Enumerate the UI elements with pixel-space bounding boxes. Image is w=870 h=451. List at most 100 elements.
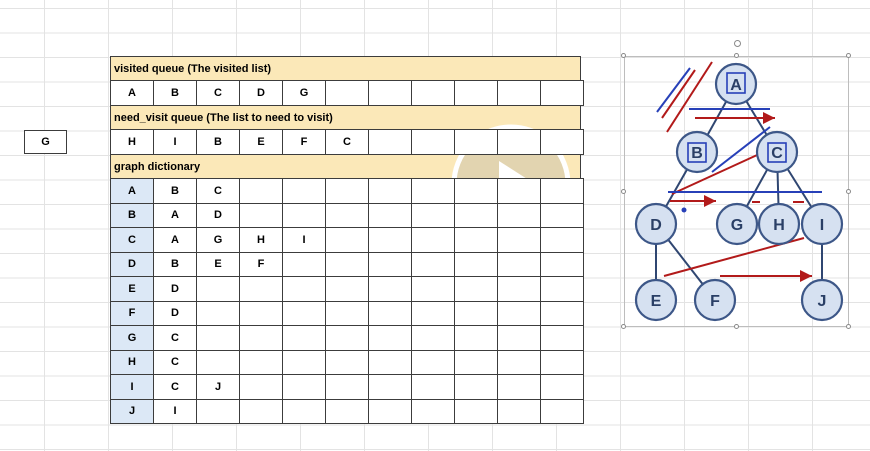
- graph-dictionary-key-cell[interactable]: H: [110, 349, 154, 375]
- resize-handle-r[interactable]: [846, 189, 851, 194]
- graph-dictionary-value-cell[interactable]: I: [153, 398, 197, 424]
- graph-dictionary-value-cell[interactable]: [368, 178, 412, 204]
- visited-queue-cell[interactable]: [368, 80, 412, 106]
- need-visit-queue-cell[interactable]: C: [325, 129, 369, 155]
- graph-dictionary-value-cell[interactable]: [497, 178, 541, 204]
- resize-handle-bl[interactable]: [621, 324, 626, 329]
- graph-dictionary-key-cell[interactable]: J: [110, 398, 154, 424]
- graph-dictionary-key-cell[interactable]: C: [110, 227, 154, 253]
- graph-dictionary-value-cell[interactable]: [239, 398, 283, 424]
- need-visit-queue-cell[interactable]: [368, 129, 412, 155]
- graph-dictionary-value-cell[interactable]: H: [239, 227, 283, 253]
- graph-dictionary-value-cell[interactable]: [497, 202, 541, 228]
- side-cell[interactable]: G: [24, 130, 67, 154]
- visited-queue-cell[interactable]: C: [196, 80, 240, 106]
- graph-dictionary-value-cell[interactable]: [497, 325, 541, 351]
- graph-dictionary-value-cell[interactable]: [239, 325, 283, 351]
- need-visit-queue-cell[interactable]: I: [153, 129, 197, 155]
- graph-dictionary-value-cell[interactable]: [325, 276, 369, 302]
- graph-dictionary-value-cell[interactable]: [368, 325, 412, 351]
- graph-dictionary-value-cell[interactable]: [454, 276, 498, 302]
- graph-dictionary-value-cell[interactable]: [325, 227, 369, 253]
- visited-queue-cell[interactable]: [497, 80, 541, 106]
- graph-dictionary-key-cell[interactable]: G: [110, 325, 154, 351]
- graph-dictionary-value-cell[interactable]: B: [153, 251, 197, 277]
- graph-dictionary-value-cell[interactable]: [282, 300, 326, 326]
- graph-dictionary-value-cell[interactable]: [282, 178, 326, 204]
- graph-dictionary-value-cell[interactable]: [196, 276, 240, 302]
- need-visit-queue-cell[interactable]: F: [282, 129, 326, 155]
- resize-handle-b[interactable]: [734, 324, 739, 329]
- visited-queue-cell[interactable]: A: [110, 80, 154, 106]
- graph-dictionary-value-cell[interactable]: [540, 202, 584, 228]
- graph-dictionary-value-cell[interactable]: J: [196, 374, 240, 400]
- graph-dictionary-value-cell[interactable]: [540, 398, 584, 424]
- graph-dictionary-value-cell[interactable]: [540, 227, 584, 253]
- graph-dictionary-key-cell[interactable]: I: [110, 374, 154, 400]
- graph-dictionary-value-cell[interactable]: G: [196, 227, 240, 253]
- graph-dictionary-value-cell[interactable]: [282, 374, 326, 400]
- graph-dictionary-key-cell[interactable]: B: [110, 202, 154, 228]
- graph-dictionary-key-cell[interactable]: E: [110, 276, 154, 302]
- graph-dictionary-value-cell[interactable]: [325, 374, 369, 400]
- graph-dictionary-value-cell[interactable]: [540, 276, 584, 302]
- graph-dictionary-value-cell[interactable]: [411, 276, 455, 302]
- need-visit-queue-cell[interactable]: [454, 129, 498, 155]
- need-visit-queue-cell[interactable]: E: [239, 129, 283, 155]
- graph-dictionary-value-cell[interactable]: [239, 349, 283, 375]
- graph-image-frame[interactable]: [624, 56, 849, 327]
- graph-dictionary-value-cell[interactable]: [411, 227, 455, 253]
- graph-dictionary-value-cell[interactable]: [325, 398, 369, 424]
- resize-handle-t[interactable]: [734, 53, 739, 58]
- graph-dictionary-value-cell[interactable]: C: [153, 325, 197, 351]
- graph-dictionary-value-cell[interactable]: [454, 374, 498, 400]
- graph-dictionary-value-cell[interactable]: [325, 251, 369, 277]
- graph-dictionary-value-cell[interactable]: B: [153, 178, 197, 204]
- graph-dictionary-value-cell[interactable]: [411, 325, 455, 351]
- resize-handle-tr[interactable]: [846, 53, 851, 58]
- graph-dictionary-value-cell[interactable]: F: [239, 251, 283, 277]
- graph-dictionary-value-cell[interactable]: [454, 227, 498, 253]
- graph-dictionary-value-cell[interactable]: [239, 300, 283, 326]
- graph-dictionary-value-cell[interactable]: [196, 398, 240, 424]
- graph-dictionary-value-cell[interactable]: D: [153, 300, 197, 326]
- graph-dictionary-value-cell[interactable]: [497, 276, 541, 302]
- graph-dictionary-value-cell[interactable]: [368, 374, 412, 400]
- visited-queue-cell[interactable]: [454, 80, 498, 106]
- graph-dictionary-value-cell[interactable]: [282, 276, 326, 302]
- graph-dictionary-value-cell[interactable]: [282, 202, 326, 228]
- need-visit-queue-cell[interactable]: B: [196, 129, 240, 155]
- resize-handle-l[interactable]: [621, 189, 626, 194]
- visited-queue-cell[interactable]: [411, 80, 455, 106]
- need-visit-queue-cell[interactable]: H: [110, 129, 154, 155]
- graph-dictionary-value-cell[interactable]: [368, 398, 412, 424]
- graph-dictionary-value-cell[interactable]: A: [153, 227, 197, 253]
- graph-dictionary-value-cell[interactable]: [239, 374, 283, 400]
- graph-dictionary-value-cell[interactable]: [368, 349, 412, 375]
- graph-dictionary-value-cell[interactable]: I: [282, 227, 326, 253]
- graph-dictionary-value-cell[interactable]: [497, 374, 541, 400]
- graph-dictionary-key-cell[interactable]: A: [110, 178, 154, 204]
- graph-dictionary-value-cell[interactable]: A: [153, 202, 197, 228]
- graph-dictionary-value-cell[interactable]: [368, 300, 412, 326]
- need-visit-queue-cell[interactable]: [411, 129, 455, 155]
- graph-dictionary-value-cell[interactable]: D: [153, 276, 197, 302]
- graph-dictionary-value-cell[interactable]: [282, 325, 326, 351]
- graph-dictionary-value-cell[interactable]: [368, 251, 412, 277]
- graph-dictionary-value-cell[interactable]: [325, 202, 369, 228]
- graph-dictionary-value-cell[interactable]: D: [196, 202, 240, 228]
- graph-dictionary-value-cell[interactable]: [454, 251, 498, 277]
- graph-dictionary-value-cell[interactable]: [282, 349, 326, 375]
- graph-dictionary-value-cell[interactable]: [325, 325, 369, 351]
- graph-dictionary-value-cell[interactable]: [411, 178, 455, 204]
- graph-dictionary-value-cell[interactable]: [540, 349, 584, 375]
- graph-dictionary-value-cell[interactable]: [454, 349, 498, 375]
- graph-dictionary-value-cell[interactable]: [196, 300, 240, 326]
- graph-dictionary-value-cell[interactable]: E: [196, 251, 240, 277]
- visited-queue-cell[interactable]: B: [153, 80, 197, 106]
- graph-dictionary-value-cell[interactable]: [540, 178, 584, 204]
- graph-dictionary-value-cell[interactable]: [411, 349, 455, 375]
- graph-dictionary-value-cell[interactable]: [239, 202, 283, 228]
- visited-queue-cell[interactable]: [540, 80, 584, 106]
- graph-dictionary-value-cell[interactable]: [540, 325, 584, 351]
